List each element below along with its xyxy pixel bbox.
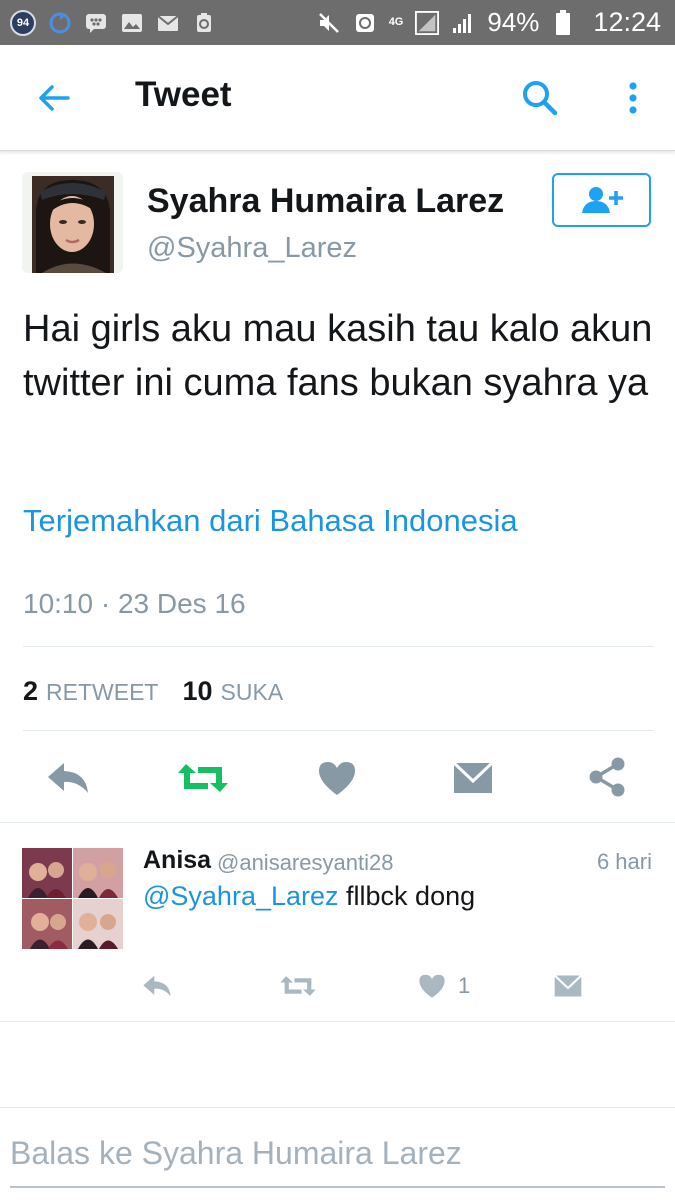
reply-mention[interactable]: @Syahra_Larez [143,881,339,911]
reply-reply-button[interactable] [140,970,174,1002]
reply-author-avatar[interactable] [22,848,123,949]
more-vertical-icon [629,82,637,114]
search-icon [523,81,558,116]
tweet-stats: 2 RETWEET 10 SUKA [23,676,283,707]
heart-icon [419,974,445,998]
app-bar: Tweet [0,45,675,151]
author-name[interactable]: Syahra Humaira Larez [147,182,504,221]
mute-icon [317,11,341,35]
tweet-text: Hai girls aku mau kasih tau kalo akun tw… [23,308,653,404]
more-options-button[interactable] [618,78,648,118]
mail-icon [156,11,180,35]
like-count: 10 [182,676,213,706]
reply-time: 6 hari [596,849,652,874]
reply-input[interactable] [10,1130,665,1176]
reply-button[interactable] [42,756,94,800]
back-button[interactable] [34,78,74,118]
arrow-left-icon [39,85,70,111]
translate-link[interactable]: Terjemahkan dari Bahasa Indonesia [23,503,518,539]
reply-like-button[interactable] [416,970,448,1002]
retweet-icon [280,976,316,996]
share-icon [589,757,625,797]
reply-body: fllbck dong [346,881,476,911]
signal-icon [451,11,475,35]
direct-message-button[interactable] [450,756,496,800]
message-icon [554,974,582,997]
message-icon [453,761,493,793]
reply-text: @Syahra_Larez fllbck dong [143,881,475,912]
reply-like-count: 1 [458,973,471,998]
divider [23,646,653,647]
reply-author-handle[interactable]: @anisaresyanti28 [217,850,393,876]
battery-percent: 94% [487,7,540,37]
notification-count-badge: 94 [10,9,36,36]
status-bar: 94 4G 94% 12:24 [0,0,675,45]
heart-icon [319,762,355,795]
status-bar-right: 4G 94% 12:24 [317,7,661,38]
reply-author-name[interactable]: Anisa [143,846,211,875]
sync-icon [48,11,72,35]
like-stat[interactable]: 10 SUKA [182,676,283,707]
network-type-label: 4G [388,16,404,28]
recycle-icon [192,11,216,35]
bbm-icon [84,11,108,35]
divider [0,1021,675,1022]
author-handle[interactable]: @Syahra_Larez [147,232,357,265]
retweet-count: 2 [23,676,39,706]
tweet-timestamp: 10:10 · 23 Des 16 [23,588,246,619]
data-saver-icon [353,11,377,35]
share-button[interactable] [584,754,630,800]
like-button[interactable] [314,756,360,800]
divider [23,730,653,731]
reply-message-button[interactable] [552,970,584,1002]
author-avatar[interactable] [22,172,123,273]
signal-sim1-icon [415,10,440,35]
reply-compose-bar [0,1107,675,1200]
battery-icon [551,9,575,35]
retweet-icon [178,764,228,792]
reply-icon [143,975,171,997]
reply-retweet-button[interactable] [278,970,318,1002]
reply-input-underline [10,1186,665,1188]
page-title: Tweet [135,75,232,114]
search-button[interactable] [520,78,560,118]
status-bar-left: 94 [10,9,216,36]
like-label: SUKA [220,679,284,705]
clock: 12:24 [593,7,661,37]
retweet-stat[interactable]: 2 RETWEET [23,676,158,707]
retweet-button[interactable] [174,756,232,800]
reply-icon [48,763,88,793]
gallery-icon [120,11,144,35]
divider [0,822,675,823]
retweet-label: RETWEET [46,679,159,705]
follow-button[interactable] [552,173,651,227]
follow-user-icon [581,187,623,213]
